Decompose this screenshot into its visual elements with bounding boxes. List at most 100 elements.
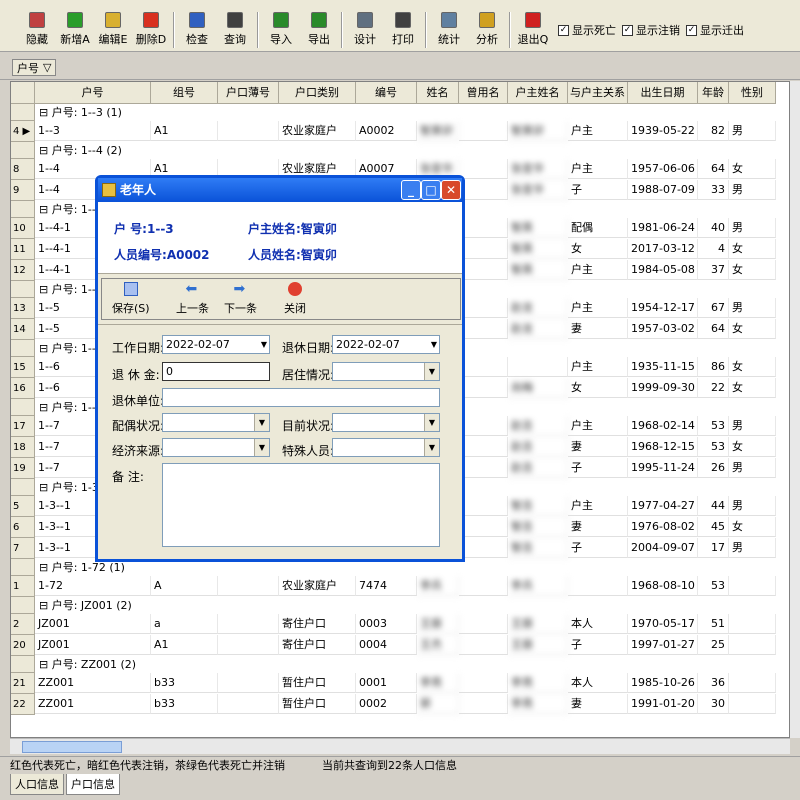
table-cell[interactable]: 户主 [568,298,628,318]
toolbar-button-3[interactable]: 删除D [132,12,170,52]
table-cell[interactable]: 户主 [568,260,628,280]
table-cell[interactable] [218,614,279,634]
table-cell[interactable]: 25 [698,635,729,655]
column-header[interactable]: 曾用名 [459,82,508,104]
group-row[interactable]: ⊟ 户号: 1--4 (2) [35,143,122,158]
table-cell[interactable] [459,121,508,141]
table-cell[interactable]: 1981-06-24 [628,218,698,238]
table-cell[interactable]: 40 [698,218,729,238]
table-cell[interactable]: 1977-04-27 [628,496,698,516]
table-cell[interactable]: 李兵 [508,576,568,596]
table-cell[interactable]: 女 [568,239,628,259]
tab-population[interactable]: 人口信息 [10,774,64,795]
row-indicator[interactable]: 8 [11,159,35,180]
row-indicator[interactable]: 11 [11,239,35,260]
toolbar-button-8[interactable]: 设计 [346,12,384,52]
table-cell[interactable]: 男 [729,458,776,478]
table-cell[interactable]: 1995-11-24 [628,458,698,478]
toolbar-button-6[interactable]: 导入 [262,12,300,52]
table-cell[interactable]: 1997-01-27 [628,635,698,655]
table-cell[interactable]: 子 [568,635,628,655]
table-cell[interactable]: 妻 [568,517,628,537]
collapse-icon[interactable]: ⊟ [39,599,52,612]
group-row[interactable]: ⊟ 户号: 1-- [35,202,96,217]
table-cell[interactable] [459,298,508,318]
table-cell[interactable]: 1999-09-30 [628,378,698,398]
table-cell[interactable]: b33 [151,694,218,714]
dialog-titlebar[interactable]: 老年人 _ □ ✕ [98,178,462,202]
table-cell[interactable]: 37 [698,260,729,280]
table-cell[interactable]: 4 [698,239,729,259]
table-cell[interactable]: JZ001 [35,635,151,655]
table-cell[interactable]: 53 [698,576,729,596]
table-cell[interactable]: 寄住户口 [279,635,356,655]
table-cell[interactable]: 53 [698,437,729,457]
row-indicator[interactable]: 22 [11,694,35,715]
table-cell[interactable]: 张变华 [508,180,568,200]
collapse-icon[interactable]: ⊟ [39,658,52,671]
table-cell[interactable]: 王振 [508,635,568,655]
collapse-icon[interactable]: ⊟ [39,283,52,296]
column-header[interactable]: 户主姓名 [508,82,568,104]
collapse-icon[interactable]: ⊟ [39,481,52,494]
table-cell[interactable] [218,694,279,714]
table-cell[interactable]: 7474 [356,576,417,596]
table-cell[interactable]: 44 [698,496,729,516]
retire-date-input[interactable]: 2022-02-07 [332,335,440,354]
table-cell[interactable]: 1968-12-15 [628,437,698,457]
table-cell[interactable] [459,159,508,179]
table-cell[interactable]: 赵龙 [508,298,568,318]
table-cell[interactable]: 女 [729,437,776,457]
row-indicator[interactable]: 17 [11,416,35,437]
unit-input[interactable] [162,388,440,407]
row-indicator[interactable]: 19 [11,458,35,479]
row-indicator[interactable]: 18 [11,437,35,458]
table-cell[interactable]: ZZ001 [35,694,151,714]
group-row[interactable]: ⊟ 户号: 1-72 (1) [35,560,125,575]
row-indicator[interactable]: 5 [11,496,35,517]
table-cell[interactable]: 0004 [356,635,417,655]
group-row[interactable]: ⊟ 户号: JZ001 (2) [35,598,132,613]
table-cell[interactable]: 子 [568,180,628,200]
group-row[interactable]: ⊟ 户号: 1-- [35,282,96,297]
row-indicator[interactable]: 1 [11,576,35,597]
table-cell[interactable]: 智英 [508,218,568,238]
table-cell[interactable]: 男 [729,298,776,318]
table-cell[interactable] [459,416,508,436]
toolbar-button-9[interactable]: 打印 [384,12,422,52]
table-cell[interactable]: 1985-10-26 [628,673,698,693]
table-cell[interactable] [218,121,279,141]
table-cell[interactable]: 户主 [568,496,628,516]
checkbox-2[interactable]: ✓ 显示迁出 [686,22,744,38]
column-header[interactable]: 户口薄号 [218,82,279,104]
table-cell[interactable]: 1988-07-09 [628,180,698,200]
table-cell[interactable]: 0001 [356,673,417,693]
row-indicator[interactable]: 10 [11,218,35,239]
current-select[interactable] [332,413,440,432]
table-cell[interactable]: 26 [698,458,729,478]
table-cell[interactable]: 智英 [508,260,568,280]
table-cell[interactable]: 64 [698,159,729,179]
table-cell[interactable] [459,576,508,596]
table-cell[interactable]: 0003 [356,614,417,634]
table-cell[interactable]: 智寅卯 [508,121,568,141]
table-cell[interactable]: 45 [698,517,729,537]
table-cell[interactable] [459,517,508,537]
table-cell[interactable]: 51 [698,614,729,634]
tab-household[interactable]: 户口信息 [66,774,120,795]
table-cell[interactable]: 子 [568,458,628,478]
table-cell[interactable]: 户主 [568,416,628,436]
column-header[interactable]: 编号 [356,82,417,104]
income-select[interactable] [162,438,270,457]
table-cell[interactable]: 女 [729,357,776,377]
toolbar-button-12[interactable]: 退出Q [514,12,552,52]
table-cell[interactable]: 33 [698,180,729,200]
minimize-button[interactable]: _ [401,180,421,200]
table-cell[interactable]: A1 [151,121,218,141]
save-button[interactable]: 保存(S) [112,282,150,316]
table-cell[interactable]: 李兵 [417,576,459,596]
table-cell[interactable]: 女 [729,319,776,339]
table-cell[interactable] [459,260,508,280]
table-cell[interactable]: 农业家庭户 [279,576,356,596]
table-cell[interactable]: 赵吉 [508,458,568,478]
